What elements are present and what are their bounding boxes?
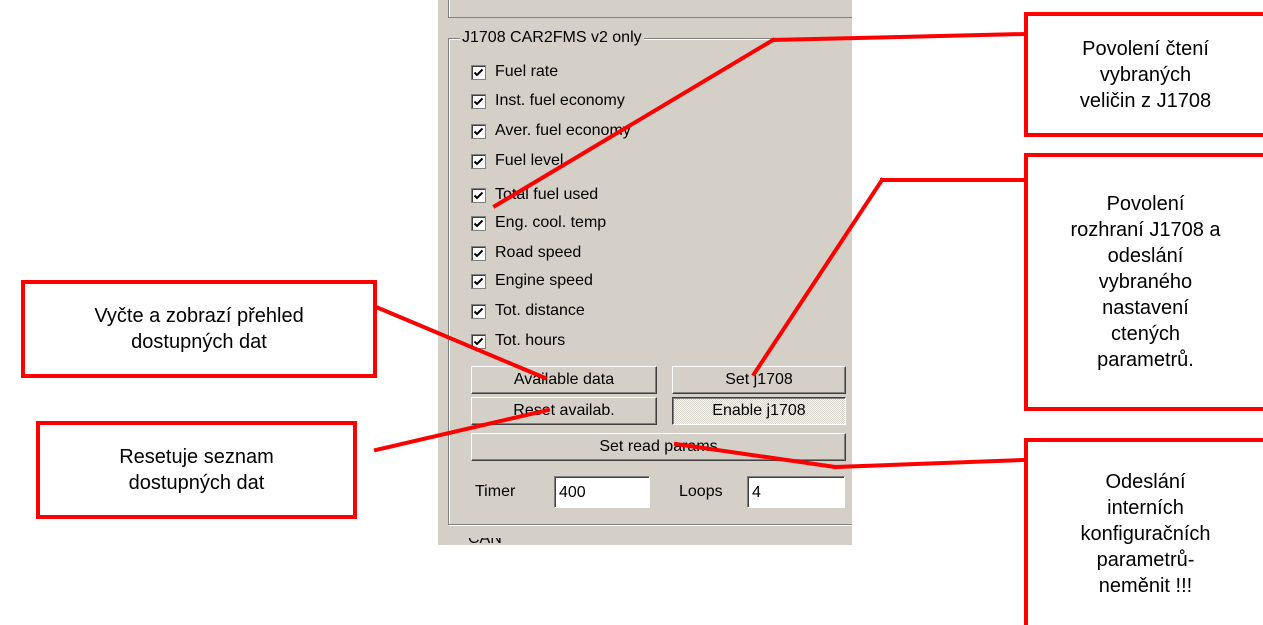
checkmark-icon [473,191,484,199]
checkbox[interactable] [471,64,486,80]
checkbox[interactable] [471,215,486,231]
checkbox-row[interactable]: Inst. fuel economy [471,88,625,114]
checkbox-row[interactable]: Road speed [471,240,581,266]
checkmark-icon [473,219,484,227]
loops-label: Loops [679,483,723,500]
next-group-title-text: CAN [468,538,528,546]
checkbox-label: Road speed [495,244,582,261]
checkbox-label: Fuel level [495,152,564,169]
checkbox-label: Aver. fuel economy [495,122,631,139]
checkmark-icon [473,157,484,165]
checkbox-label: Total fuel used [495,186,599,203]
settings-panel: J1708 CAR2FMS v2 only Fuel rate Inst. fue… [438,0,852,545]
checkmark-icon [473,97,484,105]
checkbox[interactable] [471,303,486,319]
set-j1708-button[interactable]: Set j1708 [672,366,846,394]
checkmark-icon [473,68,484,76]
checkbox-row[interactable]: Eng. cool. temp [471,210,606,236]
checkbox-label: Tot. hours [495,332,566,349]
checkbox-row[interactable]: Tot. hours [471,328,565,354]
checkbox-row[interactable]: Fuel rate [471,59,558,85]
checkbox-row[interactable]: Aver. fuel economy [471,118,631,144]
checkmark-icon [473,307,484,315]
callout-available-overview: Vyčte a zobrazí přehled dostupných dat [21,280,377,378]
checkbox-row[interactable]: Total fuel used [471,182,598,208]
checkbox[interactable] [471,245,486,261]
enable-j1708-button[interactable]: Enable j1708 [672,397,846,425]
leader-line-internal-config-b [832,457,1027,470]
checkbox[interactable] [471,123,486,139]
checkbox-label: Eng. cool. temp [495,214,607,231]
checkbox[interactable] [471,187,486,203]
checkbox-label: Inst. fuel economy [495,92,625,109]
callout-read-enable: Povolení čtení vybraných veličin z J1708 [1024,12,1263,137]
reset-available-button[interactable]: Reset availab. [471,397,657,425]
checkbox[interactable] [471,333,486,349]
next-group-title-partial: CAN [468,538,528,546]
callout-reset-list: Resetuje seznam dostupných dat [36,421,357,519]
checkmark-icon [473,249,484,257]
available-data-button[interactable]: Available data [471,366,657,394]
checkbox[interactable] [471,273,486,289]
checkbox[interactable] [471,93,486,109]
checkmark-icon [473,337,484,345]
checkbox-label: Fuel rate [495,63,559,80]
set-read-params-button[interactable]: Set read params [471,433,846,461]
callout-interface-enable: Povolení rozhraní J1708 a odeslání vybra… [1024,153,1263,411]
checkbox-label: Engine speed [495,272,593,289]
group-title: J1708 CAR2FMS v2 only [460,28,644,48]
upper-groupbox-edge [448,0,852,18]
checkmark-icon [473,127,484,135]
timer-label: Timer [475,483,516,500]
checkbox-row[interactable]: Fuel level [471,148,563,174]
callout-internal-config: Odeslání interních konfiguračních parame… [1024,438,1263,625]
checkbox-row[interactable]: Tot. distance [471,298,585,324]
checkbox-row[interactable]: Engine speed [471,268,593,294]
timer-input[interactable]: 400 [554,476,650,508]
checkbox-label: Tot. distance [495,302,585,319]
loops-input[interactable]: 4 [747,476,845,508]
checkbox[interactable] [471,153,486,169]
checkmark-icon [473,277,484,285]
